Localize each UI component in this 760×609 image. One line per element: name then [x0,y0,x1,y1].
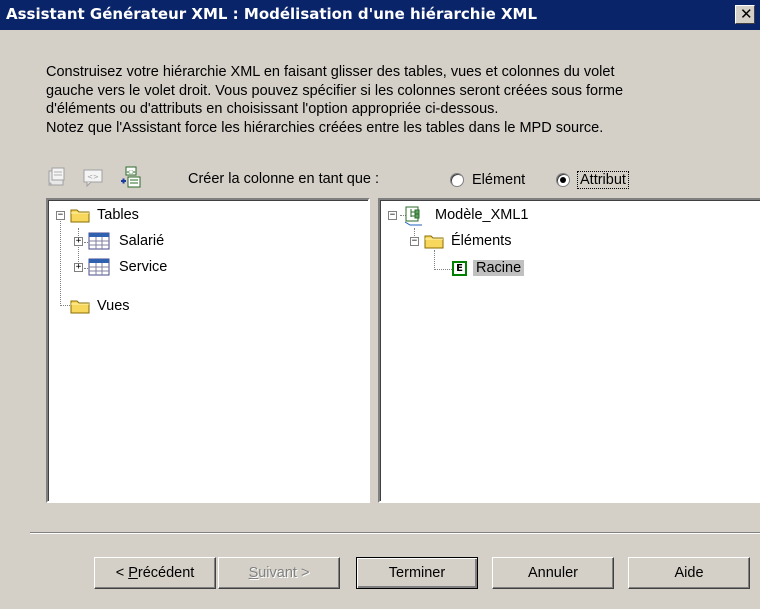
next-button-accel: S [248,565,259,581]
svg-text:<>: <> [126,169,136,176]
table-icon [88,258,110,276]
xml-model-icon [404,206,422,226]
close-icon: ✕ [740,5,753,23]
folder-icon [70,209,90,223]
collapse-toggle[interactable]: − [410,237,419,246]
previous-button-prefix: < [115,565,129,581]
instructions-text: Construisez votre hiérarchie XML en fais… [46,63,736,137]
instructions-line: gauche vers le volet droit. Vous pouvez … [46,82,624,99]
svg-text:<>: <> [87,173,99,181]
tree-node-model[interactable]: Modèle_XML1 [404,205,532,226]
tree-node-label: Tables [97,207,139,223]
tree-line [434,269,452,270]
instructions-line: Notez que l'Assistant force les hiérarch… [46,119,604,136]
properties-icon[interactable] [46,166,68,188]
radio-element-label[interactable]: Elément [472,172,525,188]
title-bar[interactable]: Assistant Générateur XML : Modélisation … [0,0,760,30]
tree-node-label: Éléments [451,233,512,249]
folder-icon [424,235,444,249]
element-badge-icon: E [452,260,467,276]
next-button[interactable]: Suivant > [218,557,340,589]
tree-node-label: Salarié [119,233,165,249]
add-element-icon[interactable]: <> [120,166,142,188]
tree-node-label: Modèle_XML1 [435,207,529,223]
cancel-button[interactable]: Annuler [492,557,614,589]
xml-element-icon[interactable]: <> [82,166,104,188]
tree-node-elements[interactable]: Éléments [424,231,514,251]
help-button[interactable]: Aide [628,557,750,589]
previous-button-accel: P [128,565,138,581]
tree-line [60,216,61,306]
tree-line [434,250,435,270]
source-tree-pane[interactable]: − Tables + Salarié + Service Vues [46,198,370,503]
radio-attribute-label[interactable]: Attribut [577,171,629,189]
instructions-line: d'éléments ou d'attributs en choisissant… [46,101,499,117]
previous-button[interactable]: < Précédent [94,557,216,589]
close-button[interactable]: ✕ [735,5,755,24]
target-tree-pane[interactable]: − Modèle_XML1 − Éléments E Racine [378,198,760,503]
expand-toggle[interactable]: + [74,237,83,246]
radio-element-indicator[interactable] [450,173,464,187]
tree-node-salarie[interactable]: Salarié [88,231,167,251]
separator [30,532,760,534]
table-icon [88,232,110,250]
tree-node-racine[interactable]: E Racine [452,258,525,278]
wizard-window: Assistant Générateur XML : Modélisation … [0,0,760,609]
folder-icon [70,300,90,314]
radio-attribute[interactable]: Attribut [556,170,629,190]
collapse-toggle[interactable]: − [56,211,65,220]
window-title: Assistant Générateur XML : Modélisation … [6,5,538,23]
tree-node-vues[interactable]: Vues [70,296,133,316]
finish-button[interactable]: Terminer [356,557,478,589]
tree-node-label: Vues [97,298,130,314]
previous-button-rest: récédent [137,565,195,581]
tree-node-service[interactable]: Service [88,257,170,277]
expand-toggle[interactable]: + [74,263,83,272]
tree-node-label: Racine [473,260,525,276]
create-column-label: Créer la colonne en tant que : [188,171,380,187]
radio-attribute-indicator[interactable] [556,173,570,187]
instructions-line: Construisez votre hiérarchie XML en fais… [46,64,615,80]
next-button-rest: uivant > [258,565,310,581]
collapse-toggle[interactable]: − [388,211,397,220]
tree-node-label: Service [119,259,168,275]
tree-node-tables[interactable]: Tables [70,205,142,225]
radio-element[interactable]: Elément [450,170,525,190]
